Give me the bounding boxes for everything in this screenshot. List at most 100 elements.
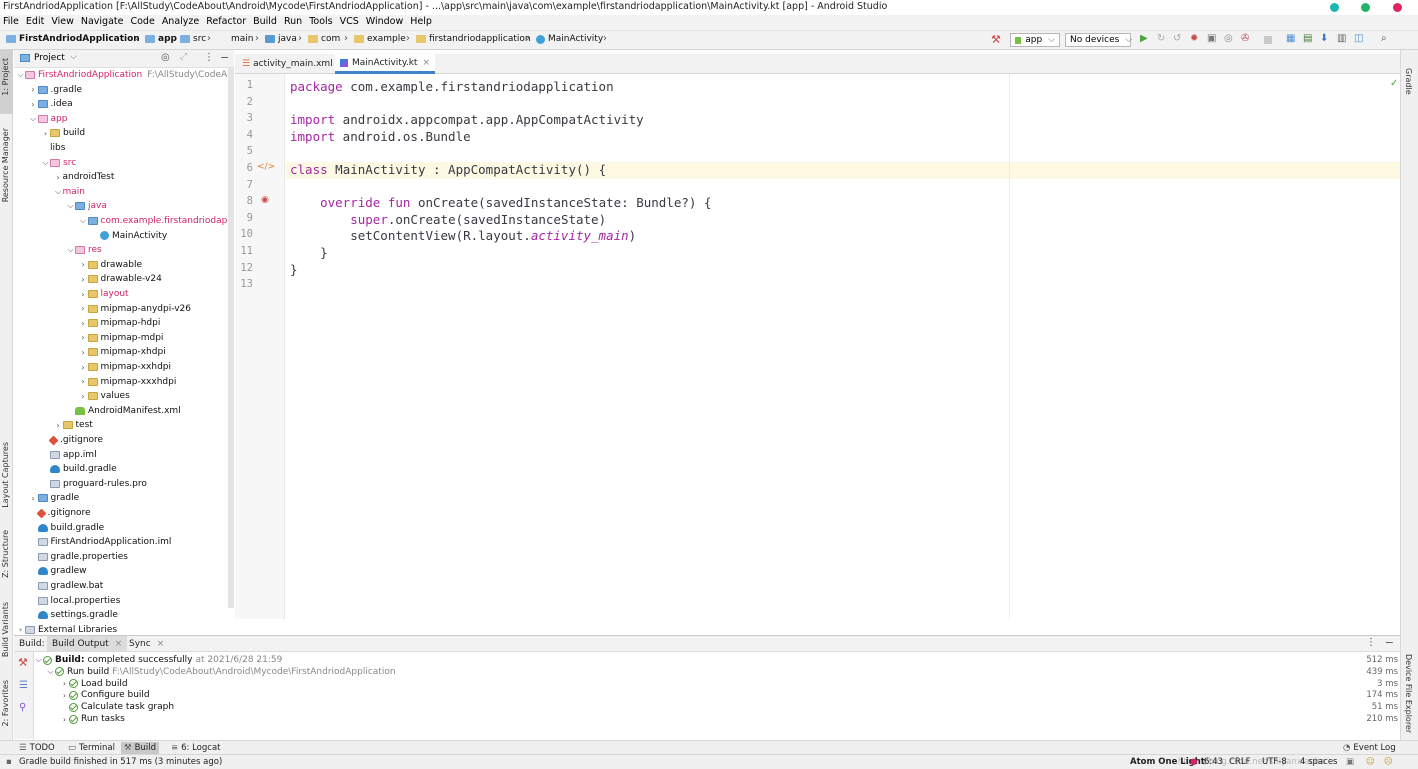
tree-item[interactable]: › .idea [29,97,72,111]
tree-item[interactable]: ⌵ FirstAndriodApplication F:\AllStudy\Code… [16,68,234,82]
tree-item[interactable]: ⌵ java [66,199,106,213]
override-marker-icon[interactable]: ◉ [261,195,269,205]
close-tab-icon[interactable]: × [422,58,430,68]
tree-item[interactable]: › drawable [79,258,142,272]
chevron-right-icon[interactable]: › [60,715,69,724]
run-config-select[interactable]: app ⌵ [1010,33,1060,47]
tree-item[interactable]: › mipmap-anydpi-v26 [79,302,191,316]
build-tree-row[interactable]: Calculate task graph [60,701,174,713]
options-icon[interactable]: ⋮ [204,52,214,63]
chevron-right-icon[interactable]: › [79,290,88,299]
code-tag-icon[interactable]: </> [257,162,275,172]
chevron-right-icon[interactable]: › [54,421,63,430]
chevron-right-icon[interactable]: › [41,129,50,138]
debug-icon[interactable]: ✹ [1190,33,1201,44]
chevron-right-icon[interactable]: › [60,691,69,700]
tab-build-output[interactable]: Build Output × [47,636,128,652]
tree-item[interactable]: › External Libraries [16,623,117,634]
tab-activity-main-xml[interactable]: ☰ activity_main.xml × [237,54,350,74]
resource-manager-button[interactable]: Resource Manager [1,128,10,202]
caret-position[interactable]: 6:43 [1204,757,1223,767]
sdk-manager-icon[interactable]: ⬇ [1320,33,1331,44]
breadcrumb-com[interactable]: com [308,34,340,44]
sync-gradle-icon[interactable]: ▦ [1286,33,1297,44]
build-tree-row[interactable]: ⌵ Run build F:\AllStudy\CodeAbout\Android\… [46,666,395,678]
tree-item[interactable]: › mipmap-xxhdpi [79,360,171,374]
line-separator[interactable]: CRLF [1229,757,1250,767]
chevron-down-icon[interactable]: ⌵ [16,70,25,80]
run-icon[interactable]: ▶ [1140,33,1151,44]
expand-icon[interactable]: ⤢ [180,52,187,62]
tree-item[interactable]: FirstAndriodApplication.iml [29,535,171,549]
tree-item[interactable]: .gitignore [29,506,91,520]
event-log-button[interactable]: ◔ Event Log [1340,742,1399,754]
hide-panel-icon[interactable]: − [1385,636,1394,649]
structure-tool-button[interactable]: Z: Structure [1,530,10,578]
tree-item[interactable]: build.gradle [41,462,117,476]
menu-analyze[interactable]: Analyze [159,15,203,27]
file-encoding[interactable]: UTF-8 [1262,757,1287,767]
tree-item[interactable]: app.iml [41,448,97,462]
chevron-down-icon[interactable]: ⌵ [79,216,88,226]
tree-item[interactable]: › androidTest [54,170,114,184]
tab-mainactivity-kt[interactable]: MainActivity.kt × [335,54,436,74]
device-select[interactable]: No devices ⌵ [1065,33,1132,47]
menu-edit[interactable]: Edit [23,15,48,27]
minimize-button[interactable] [1330,3,1339,12]
toggle-view-icon[interactable]: ☰ [19,680,28,691]
breadcrumb-project[interactable]: FirstAndriodApplication [6,34,140,44]
inspection-ok-icon[interactable]: ✓ [1390,78,1398,89]
hammer-icon[interactable]: ⚒ [18,656,28,669]
options-icon[interactable]: ⋮ [1366,637,1376,648]
menu-help[interactable]: Help [407,15,436,27]
tree-item[interactable]: › test [54,418,92,432]
build-tree-row[interactable]: › Configure build [60,689,150,701]
device-file-explorer-button[interactable]: Device File Explorer [1404,654,1413,733]
close-button[interactable] [1393,3,1402,12]
tree-item[interactable]: ⌵ app [29,112,68,126]
maximize-button[interactable] [1361,3,1370,12]
tab-sync[interactable]: Sync × [124,636,169,652]
breadcrumb-java[interactable]: java [265,34,297,44]
hide-panel-icon[interactable]: − [220,51,229,64]
tree-item[interactable]: ⌵ main [54,185,85,199]
chevron-right-icon[interactable]: › [54,173,63,182]
tree-item[interactable]: › mipmap-xxxhdpi [79,375,176,389]
tree-item[interactable]: local.properties [29,594,120,608]
status-message[interactable]: Gradle build finished in 517 ms (3 minut… [19,757,222,767]
chevron-right-icon[interactable]: › [79,348,88,357]
tree-item[interactable]: settings.gradle [29,608,118,622]
chevron-down-icon[interactable]: ⌵ [66,245,75,255]
menu-build[interactable]: Build [250,15,281,27]
tree-item[interactable]: proguard-rules.pro [41,477,147,491]
chevron-right-icon[interactable]: › [29,494,38,503]
chevron-right-icon[interactable]: › [79,377,88,386]
chevron-right-icon[interactable]: › [79,392,88,401]
menu-run[interactable]: Run [281,15,306,27]
chevron-right-icon[interactable]: › [79,363,88,372]
tree-item[interactable]: AndroidManifest.xml [66,404,181,418]
indent-setting[interactable]: 4 spaces [1300,757,1337,767]
attach-debugger-icon[interactable]: ✇ [1241,33,1252,44]
tree-item[interactable]: › .gradle [29,83,82,97]
tree-item[interactable]: libs [41,141,65,155]
tree-item[interactable]: › mipmap-hdpi [79,316,160,330]
tree-item[interactable]: › build [41,126,85,140]
chevron-down-icon[interactable]: ⌵ [54,187,63,197]
menu-tools[interactable]: Tools [306,15,336,27]
chevron-down-icon[interactable]: ⌵ [34,655,43,665]
apply-changes-icon[interactable]: ↻ [1157,33,1168,44]
chevron-right-icon[interactable]: › [79,304,88,313]
locate-icon[interactable]: ◎ [161,52,170,63]
menu-navigate[interactable]: Navigate [78,15,128,27]
menu-file[interactable]: File [0,15,23,27]
build-tree-row[interactable]: ⌵ Build: completed successfully at 2021/6/2… [34,654,282,666]
breadcrumb-main[interactable]: main [231,34,254,44]
tree-item[interactable]: › mipmap-mdpi [79,331,163,345]
tree-item[interactable]: gradle.properties [29,550,128,564]
hammer-icon[interactable]: ⚒ [991,33,1002,46]
chevron-right-icon[interactable]: › [29,85,38,94]
menu-code[interactable]: Code [127,15,158,27]
search-icon[interactable]: ⌕ [1381,33,1392,44]
profile-icon[interactable]: ◎ [1224,33,1235,44]
